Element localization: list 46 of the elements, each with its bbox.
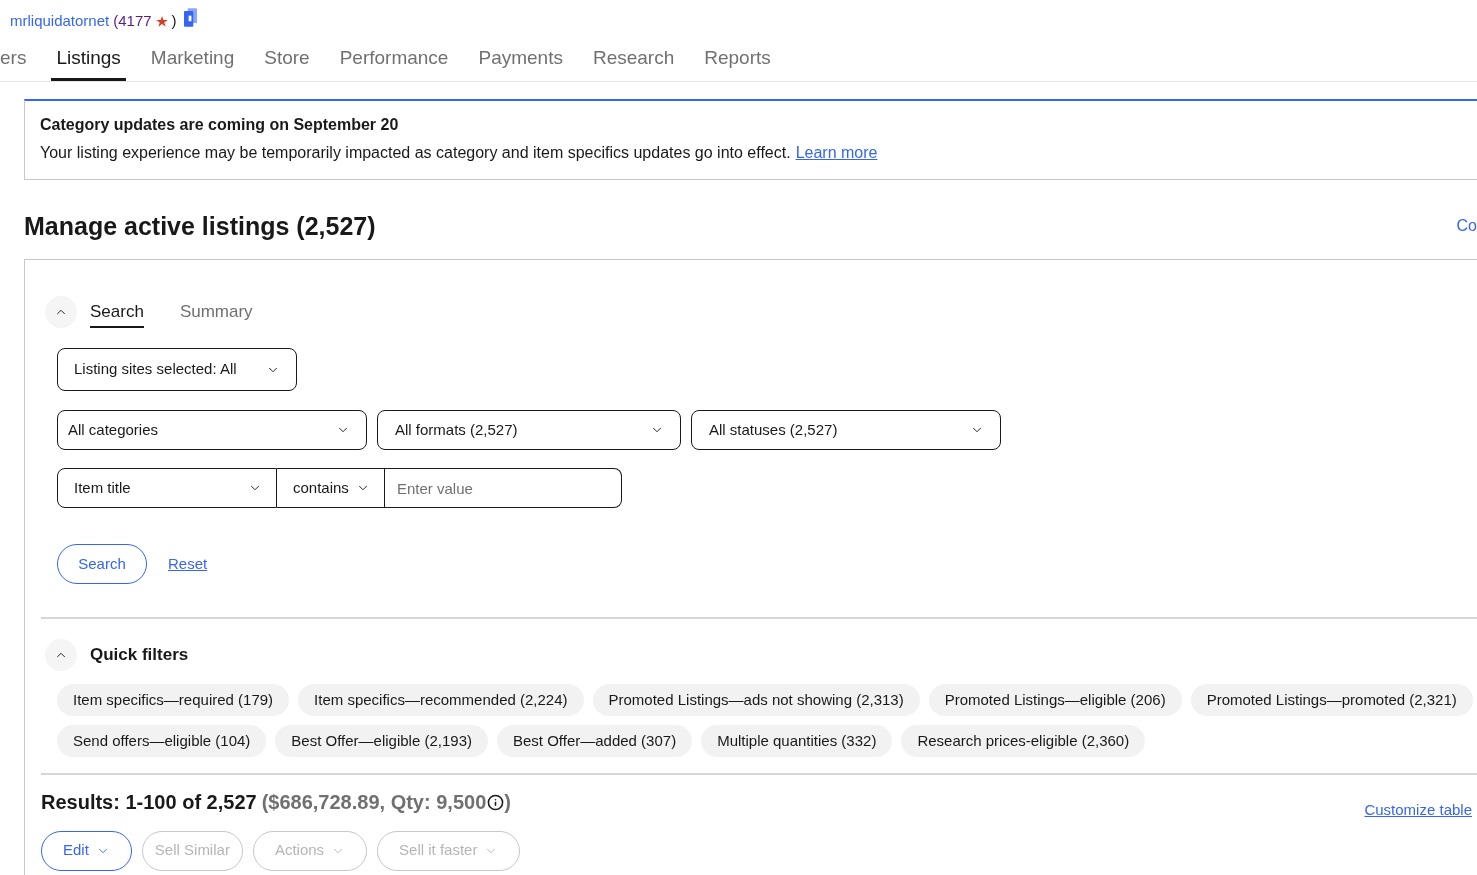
site-select[interactable]: Listing sites selected: All: [57, 348, 297, 391]
results-totals: ($686,728.89, Qty: 9,500: [261, 790, 487, 815]
nav-tab[interactable]: Reports: [699, 36, 776, 81]
filter-chip[interactable]: Item specifics—recommended (2,224): [298, 684, 584, 716]
results-paren: ): [504, 790, 511, 815]
filter-chip[interactable]: Promoted Listings—eligible (206): [928, 684, 1182, 716]
nav-tab[interactable]: Research: [587, 36, 680, 81]
notice-message: Your listing experience may be temporarily impacted as category and item specifics updates go into effect.: [40, 143, 791, 163]
filter-chip[interactable]: Multiple quantities (332): [701, 725, 893, 757]
panel-tab[interactable]: Search: [90, 302, 144, 328]
collapse-button[interactable]: [45, 296, 77, 328]
value-input[interactable]: Enter value: [385, 468, 622, 508]
filter-chip[interactable]: Best Offer—added (307): [497, 725, 693, 757]
info-icon[interactable]: [487, 793, 505, 811]
filter-chip[interactable]: Promoted Listings—ads not showing (2,313): [592, 684, 920, 716]
collapse-button[interactable]: [45, 639, 77, 671]
nav-tab[interactable]: Payments: [473, 36, 568, 81]
reset-link[interactable]: Reset: [168, 552, 208, 576]
filter-chip[interactable]: Best Offer—eligible (2,193): [275, 725, 488, 757]
filter-chip[interactable]: Research prices-eligible (2,360): [901, 725, 1146, 757]
filter-select[interactable]: All categories: [57, 410, 367, 450]
field-select[interactable]: Item title: [57, 468, 277, 508]
nav-tab[interactable]: Marketing: [145, 36, 240, 81]
quick-filters-title: Quick filters: [90, 644, 189, 667]
results-count: Results: 1-100 of 2,527: [41, 790, 257, 815]
panel-tab[interactable]: Summary: [179, 302, 253, 328]
star-icon: [155, 16, 168, 27]
customize-table-link[interactable]: Customize table: [1364, 799, 1472, 822]
filter-select[interactable]: All formats (2,527): [377, 410, 681, 450]
header-link[interactable]: Co: [1456, 214, 1477, 238]
book-icon: [183, 8, 197, 27]
filter-chip[interactable]: Item specifics—required (179): [57, 684, 290, 716]
filter-chip[interactable]: Promoted Listings—promoted (2,321): [1190, 684, 1473, 716]
nav-tab[interactable]: Performance: [334, 36, 454, 81]
page-title: Manage active listings (2,527): [24, 211, 376, 241]
learn-more-link[interactable]: Learn more: [795, 143, 878, 163]
feedback-paren: ): [171, 11, 177, 31]
feedback-score: (4177: [113, 11, 152, 31]
nav-tab[interactable]: ers: [0, 36, 32, 81]
seller-link[interactable]: mrliquidatornet: [10, 8, 110, 34]
operator-select[interactable]: contains: [277, 468, 385, 508]
notice-title: Category updates are coming on September 20: [40, 115, 400, 135]
filter-select[interactable]: All statuses (2,527): [691, 410, 1001, 450]
nav-tab[interactable]: Store: [259, 36, 315, 81]
filter-chip[interactable]: Send offers—eligible (104): [57, 725, 267, 757]
nav-tab[interactable]: Listings: [51, 36, 126, 81]
